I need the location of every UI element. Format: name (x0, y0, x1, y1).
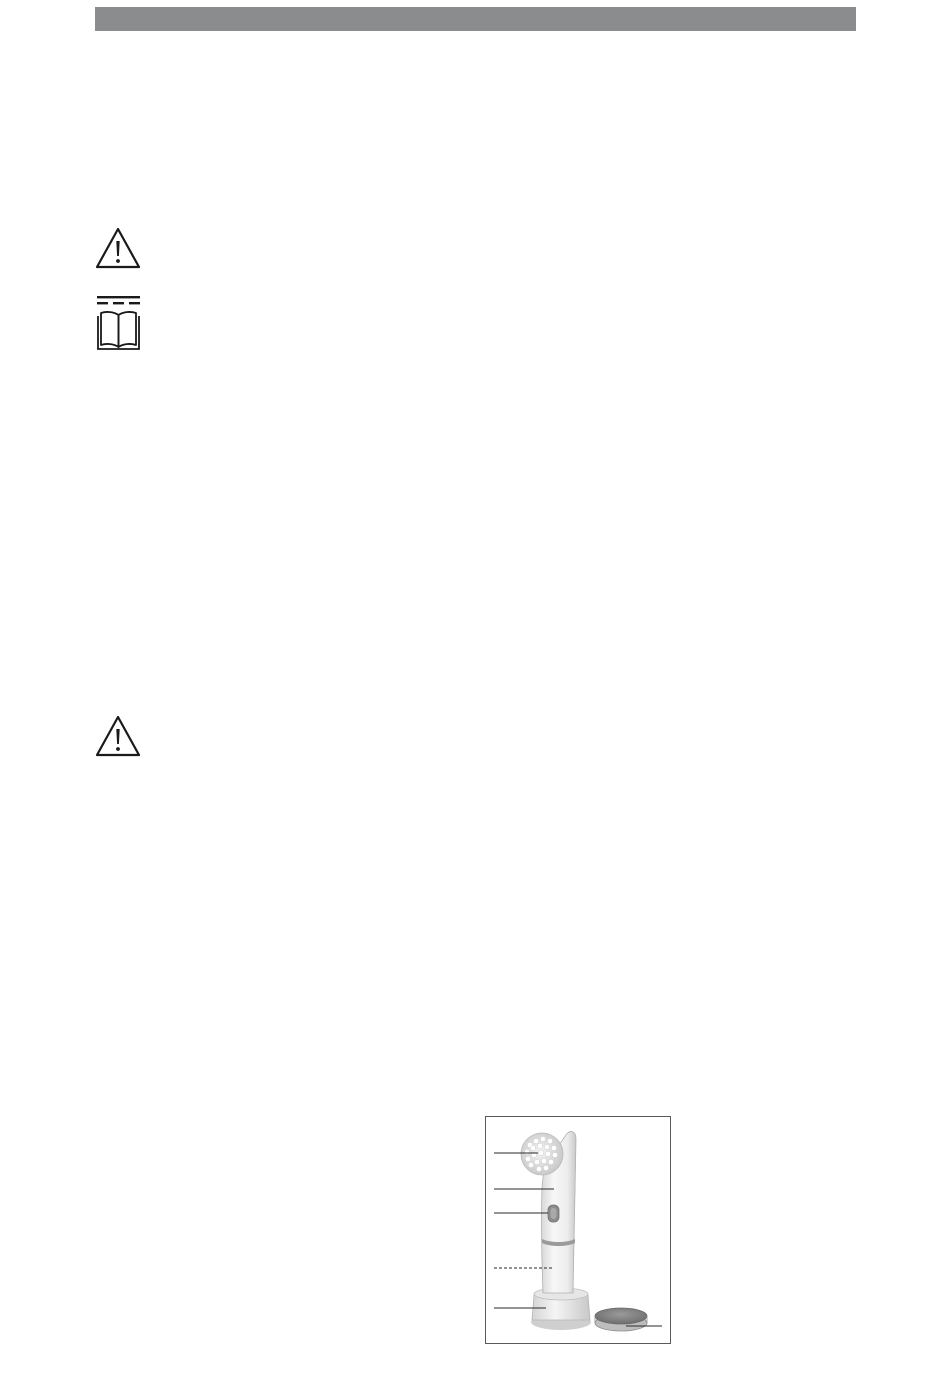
spare-brush-head (594, 1307, 648, 1332)
charging-base (531, 1287, 591, 1330)
device-figure (485, 1116, 671, 1344)
warning-triangle-icon (95, 226, 141, 270)
read-manual-icon (95, 293, 143, 353)
brush-head (520, 1132, 564, 1176)
device-illustration (494, 1131, 662, 1332)
header-bar (95, 7, 856, 31)
warning-triangle-icon (95, 714, 141, 758)
